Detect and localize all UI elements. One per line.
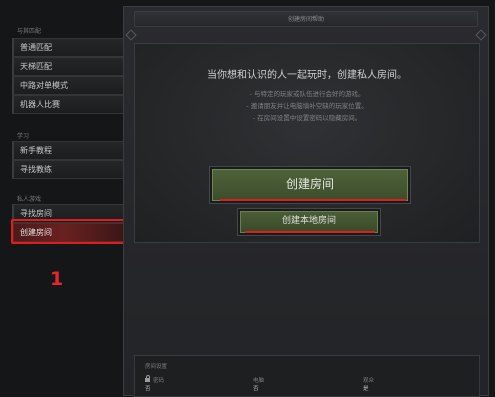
menu-item-normal-match[interactable]: 普通匹配 xyxy=(12,38,126,57)
annotation-highlight-box xyxy=(11,219,127,244)
section-title-matchmaking: 与其匹配 xyxy=(17,28,42,35)
lobby-main-panel: 创建房间帮助 当你想和认识的人一起玩时，创建私人房间。 - 与特定的玩家或队伍进… xyxy=(123,6,489,397)
bullet-line: - 在房间设置中设置密码以隐藏房间。 xyxy=(252,114,362,122)
bullet-line: - 邀请朋友并让电脑填补空缺的玩家位置。 xyxy=(246,102,368,110)
annotation-underline xyxy=(245,231,375,233)
create-lobby-button[interactable]: 创建房间 xyxy=(212,169,408,201)
setting-label-bots: 电脑 xyxy=(253,378,265,384)
lock-icon xyxy=(145,375,150,382)
corner-ornament-icon xyxy=(475,29,487,41)
settings-title: 房间设置 xyxy=(145,364,168,370)
menu-item-tutorial[interactable]: 新手教程 xyxy=(12,141,126,160)
menu-item-ranked-match[interactable]: 天梯匹配 xyxy=(12,57,126,76)
setting-value-password: 否 xyxy=(145,386,151,392)
create-local-lobby-button[interactable]: 创建本地房间 xyxy=(240,211,378,233)
menu-item-mid-1v1[interactable]: 中路对单模式 xyxy=(12,76,126,95)
annotation-underline xyxy=(220,199,406,201)
setting-value-bots: 否 xyxy=(253,386,259,392)
top-title: 创建房间帮助 xyxy=(287,16,324,23)
setting-label-password: 密码 xyxy=(153,378,165,384)
lobby-settings-panel: 房间设置 密码 否 电脑 否 观众 是 xyxy=(134,355,480,397)
menu-item-bot-match[interactable]: 机器人比赛 xyxy=(12,95,126,114)
annotation-number-1: 1 xyxy=(50,268,64,290)
section-title-learn: 学习 xyxy=(17,133,30,140)
headline: 当你想和认识的人一起玩时，创建私人房间。 xyxy=(207,70,407,81)
bullet-line: - 与特定的玩家或队伍进行会好的游戏。 xyxy=(249,90,365,98)
section-title-private: 私人游戏 xyxy=(17,196,42,203)
setting-label-spectators: 观众 xyxy=(363,378,375,384)
create-lobby-info-panel: 当你想和认识的人一起玩时，创建私人房间。 - 与特定的玩家或队伍进行会好的游戏。… xyxy=(134,43,480,243)
corner-ornament-icon xyxy=(125,29,137,41)
left-sidebar: 与其匹配 普通匹配 天梯匹配 中路对单模式 机器人比赛 学习 新手教程 寻找教练… xyxy=(8,0,128,396)
menu-item-find-coach[interactable]: 寻找教练 xyxy=(12,160,126,179)
top-title-bar: 创建房间帮助 xyxy=(134,11,478,27)
setting-value-spectators: 是 xyxy=(363,386,369,392)
